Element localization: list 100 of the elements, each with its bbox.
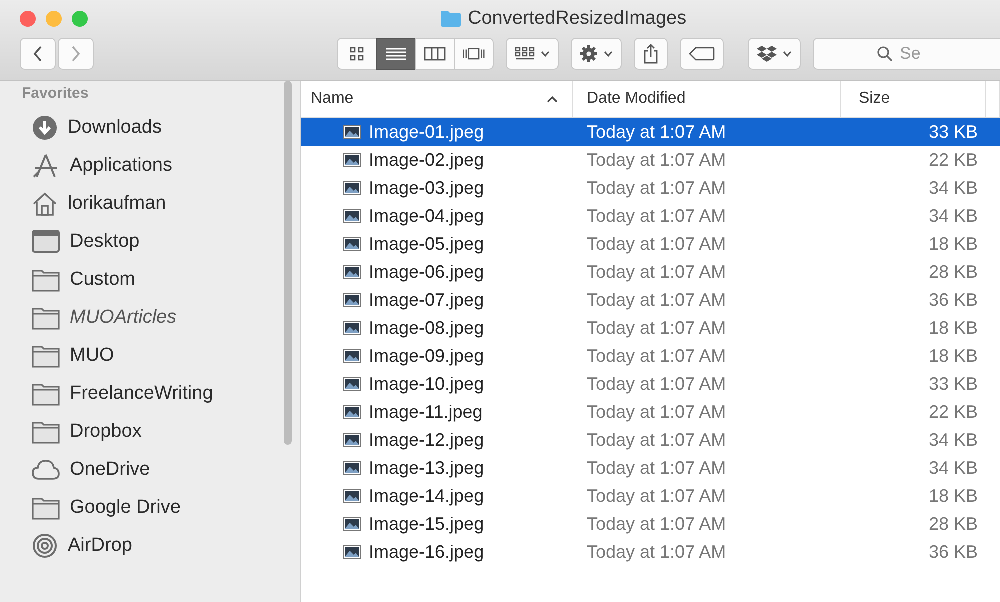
file-row[interactable]: Image-03.jpeg Today at 1:07 AM 34 KB [301,174,1000,202]
image-file-icon [343,293,361,307]
file-name: Image-05.jpeg [369,234,484,254]
image-file-icon [343,181,361,195]
image-file-icon [343,209,361,223]
list-icon [386,47,406,61]
folder-icon [32,268,60,292]
columns-icon [424,47,446,61]
share-button[interactable] [634,38,668,70]
search-field[interactable]: Se [813,38,1000,70]
file-name: Image-09.jpeg [369,346,484,366]
image-file-icon [343,405,361,419]
file-name: Image-07.jpeg [369,290,484,310]
image-file-icon [343,265,361,279]
file-row[interactable]: Image-16.jpeg Today at 1:07 AM 36 KB [301,538,1000,566]
file-row[interactable]: Image-04.jpeg Today at 1:07 AM 34 KB [301,202,1000,230]
file-name: Image-08.jpeg [369,318,484,338]
caret-icon [541,51,550,57]
date-cell-text: Today at 1:07 AM [586,542,728,562]
file-row[interactable]: Image-12.jpeg Today at 1:07 AM 34 KB [301,426,1000,454]
date-cell-text: Today at 1:07 AM [586,402,728,422]
folder-icon [32,306,60,330]
file-name: Image-16.jpeg [369,542,484,562]
view-mode-button[interactable] [376,38,416,70]
tag-button[interactable] [680,38,724,70]
applications-icon [32,153,60,179]
sidebar-item[interactable]: Downloads [22,109,272,147]
size-cell-text: 28 KB [928,262,979,282]
file-name: Image-04.jpeg [369,206,484,226]
cloud-icon [32,459,60,481]
sidebar-heading: Favorites [22,85,90,104]
sidebar-item[interactable]: Desktop [22,223,272,261]
sidebar-item[interactable]: OneDrive [22,451,272,489]
size-cell-text: 34 KB [928,178,979,198]
gear-icon [580,45,598,63]
file-name: Image-03.jpeg [369,178,484,198]
file-row[interactable]: Image-13.jpeg Today at 1:07 AM 34 KB [301,454,1000,482]
action-button[interactable] [571,38,622,70]
size-cell-text: 36 KB [928,290,979,310]
size-cell-text: 22 KB [928,402,979,422]
column-header[interactable]: Name [301,81,573,117]
size-cell-text: 33 KB [928,122,979,142]
size-cell-text: 34 KB [928,430,979,450]
size-cell-text: 22 KB [928,150,979,170]
sidebar-item[interactable]: MUO [22,337,272,375]
column-header[interactable]: Date Modified [573,81,841,117]
sidebar-item[interactable]: Custom [22,261,272,299]
chevron-right-icon [71,46,81,62]
file-row[interactable]: Image-08.jpeg Today at 1:07 AM 18 KB [301,314,1000,342]
size-cell-text: 18 KB [928,346,979,366]
sidebar-item[interactable]: lorikaufman [22,185,272,223]
image-file-icon [343,349,361,363]
sort-caret-icon [547,96,558,102]
caret-icon [783,51,792,57]
date-cell-text: Today at 1:07 AM [586,346,728,366]
sidebar-item[interactable]: FreelanceWriting [22,375,272,413]
folder-icon [32,382,60,406]
date-cell-text: Today at 1:07 AM [586,122,728,142]
file-row[interactable]: Image-06.jpeg Today at 1:07 AM 28 KB [301,258,1000,286]
file-row[interactable]: Image-07.jpeg Today at 1:07 AM 36 KB [301,286,1000,314]
back-button[interactable] [20,38,56,70]
date-cell-text: Today at 1:07 AM [586,178,728,198]
file-row[interactable]: Image-05.jpeg Today at 1:07 AM 18 KB [301,230,1000,258]
date-cell-text: Today at 1:07 AM [586,318,728,338]
sidebar-item[interactable]: MUOArticles [22,299,272,337]
sidebar-item[interactable]: AirDrop [22,527,272,565]
file-row[interactable]: Image-10.jpeg Today at 1:07 AM 33 KB [301,370,1000,398]
airdrop-icon [32,533,58,559]
image-file-icon [343,517,361,531]
image-file-icon [343,433,361,447]
share-icon [643,44,659,64]
file-name: Image-11.jpeg [369,402,483,422]
file-name: Image-01.jpeg [369,122,484,142]
file-row[interactable]: Image-09.jpeg Today at 1:07 AM 18 KB [301,342,1000,370]
image-file-icon [343,545,361,559]
file-row[interactable]: Image-02.jpeg Today at 1:07 AM 22 KB [301,146,1000,174]
file-name: Image-06.jpeg [369,262,484,282]
column-header[interactable]: Size [841,81,986,117]
gallery-icon [463,47,485,61]
size-cell-text: 18 KB [928,486,979,506]
folder-icon [32,420,60,444]
file-row[interactable]: Image-11.jpeg Today at 1:07 AM 22 KB [301,398,1000,426]
sidebar-item[interactable]: Dropbox [22,413,272,451]
folder-icon [440,10,462,28]
image-file-icon [343,153,361,167]
desktop-icon [32,230,60,254]
file-row[interactable]: Image-14.jpeg Today at 1:07 AM 18 KB [301,482,1000,510]
file-name: Image-15.jpeg [369,514,484,534]
house-icon [32,191,58,217]
sidebar-item[interactable]: Google Drive [22,489,272,527]
scrollbar-thumb[interactable] [284,81,292,445]
size-cell-text: 34 KB [928,458,979,478]
size-cell-text: 34 KB [928,206,979,226]
sidebar-item[interactable]: Applications [22,147,272,185]
file-row[interactable]: Image-01.jpeg Today at 1:07 AM 33 KB [301,118,1000,146]
search-icon [877,46,893,62]
dropbox-button[interactable] [748,38,801,70]
file-row[interactable]: Image-15.jpeg Today at 1:07 AM 28 KB [301,510,1000,538]
arrange-button[interactable] [506,38,559,70]
download-icon [32,115,58,141]
